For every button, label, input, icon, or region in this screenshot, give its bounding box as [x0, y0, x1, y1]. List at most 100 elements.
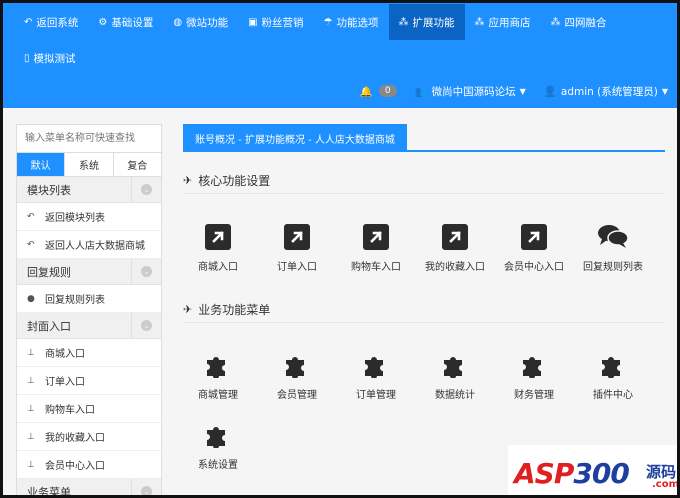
sidebar-tab-0[interactable]: 默认 — [17, 153, 66, 176]
chevron-down-icon: ⌄ — [141, 486, 152, 497]
forum-menu[interactable]: 👥 微尚中国源码论坛 ▼ — [415, 84, 526, 99]
sitemap-icon: ⊥ — [27, 375, 35, 386]
caret-down-icon: ▼ — [519, 86, 526, 96]
header-right: 🔔 0 👥 微尚中国源码论坛 ▼ 👤 admin (系统管理员) ▼ — [342, 78, 668, 104]
watermark-domain: .com — [652, 479, 680, 490]
sidebar-section-header[interactable]: 封面入口 ⌄ — [17, 312, 161, 339]
sidebar-section-header[interactable]: 业务菜单 ⌄ — [17, 478, 161, 497]
sidebar-tab-1[interactable]: 系统 — [65, 153, 114, 176]
tile-business-1[interactable]: 会员管理 — [257, 350, 337, 420]
menu-search-input[interactable] — [17, 125, 161, 153]
collapse-toggle[interactable]: ⌄ — [131, 258, 161, 285]
tile-icon-wrap — [257, 350, 337, 380]
main-nav: ↶ 返回系统 ⚙ 基础设置 ◍ 微站功能 ▣ 粉丝营销 ☂ 功能选项 ⁂ 扩展功能 ⁂ 应用商店 ⁂ 四网融合 — [14, 4, 617, 40]
tile-business-2[interactable]: 订单管理 — [336, 350, 416, 420]
tile-core-2[interactable]: 购物车入口 — [336, 222, 416, 292]
chevron-down-icon: ⌄ — [141, 266, 152, 277]
sidebar-item-label: 返回模块列表 — [45, 213, 105, 224]
tile-label: 回复规则列表 — [583, 262, 643, 273]
nav-item-label: 功能选项 — [336, 16, 379, 29]
external-link-icon — [205, 224, 231, 250]
sidebar-item[interactable]: ⊥ 购物车入口 — [17, 395, 161, 423]
puzzle-icon — [441, 350, 469, 381]
nav-item-label: 返回系统 — [36, 16, 79, 29]
nav-item-5[interactable]: ⁂ 扩展功能 — [388, 4, 465, 40]
tile-label: 财务管理 — [514, 390, 554, 401]
user-menu[interactable]: 👤 admin (系统管理员) ▼ — [544, 84, 668, 99]
tile-label: 插件中心 — [593, 390, 633, 401]
sidebar-tab-2[interactable]: 复合 — [114, 153, 161, 176]
mobile-icon: ▯ — [24, 52, 30, 64]
nav-item-label: 应用商店 — [488, 16, 531, 29]
nav-item-7[interactable]: ⁂ 四网融合 — [541, 4, 617, 40]
tile-icon-wrap — [573, 350, 653, 380]
sidebar-item[interactable]: ⊥ 商城入口 — [17, 339, 161, 367]
business-title-text: 业务功能菜单 — [198, 303, 271, 317]
nav-item-label: 粉丝营销 — [261, 16, 304, 29]
forum-label: 微尚中国源码论坛 — [431, 85, 516, 98]
tile-label: 会员中心入口 — [504, 262, 564, 273]
tile-icon-wrap — [178, 222, 258, 252]
collapse-toggle[interactable]: ⌄ — [131, 176, 161, 203]
user-icon: 👤 — [543, 85, 557, 98]
sidebar-item-label: 我的收藏入口 — [45, 433, 105, 444]
top-navbar: ↶ 返回系统 ⚙ 基础设置 ◍ 微站功能 ▣ 粉丝营销 ☂ 功能选项 ⁂ 扩展功能 ⁂ 应用商店 ⁂ 四网融合… — [0, 0, 680, 108]
sidebar-section-header[interactable]: 模块列表 ⌄ — [17, 176, 161, 203]
sitemap-icon: ⊥ — [27, 459, 35, 470]
external-link-icon — [284, 224, 310, 250]
notifications[interactable]: 🔔 0 — [360, 85, 397, 98]
tile-business-4[interactable]: 财务管理 — [494, 350, 574, 420]
tile-core-5[interactable]: 回复规则列表 — [573, 222, 653, 292]
nav-item-label: 四网融合 — [564, 16, 607, 29]
sitemap-icon: ⊥ — [27, 403, 35, 414]
puzzle-icon — [204, 350, 232, 381]
tile-core-4[interactable]: 会员中心入口 — [494, 222, 574, 292]
tile-business-6[interactable]: 系统设置 — [178, 420, 258, 490]
umbrella-icon: ☂ — [323, 16, 333, 28]
tile-core-3[interactable]: 我的收藏入口 — [415, 222, 495, 292]
tile-icon-wrap — [257, 222, 337, 252]
watermark-logo: ASP300 源码 .com — [508, 445, 680, 498]
sidebar-item[interactable]: ⊥ 会员中心入口 — [17, 451, 161, 479]
sidebar-sections: 模块列表 ⌄ ↶ 返回模块列表 ↶ 返回人人店大数据商城 回复规则 ⌄ ● 回复规则列表 封面入口 ⌄… — [17, 176, 161, 497]
sidebar-item-label: 订单入口 — [45, 377, 85, 388]
collapse-toggle[interactable]: ⌄ — [131, 312, 161, 339]
divider — [183, 193, 665, 194]
tile-business-3[interactable]: 数据统计 — [415, 350, 495, 420]
sitemap-icon: ⊥ — [27, 431, 35, 442]
sidebar-item[interactable]: ⊥ 订单入口 — [17, 367, 161, 395]
sidebar-item-label: 回复规则列表 — [45, 295, 105, 306]
reply-icon: ↶ — [27, 211, 35, 222]
nav-item-6[interactable]: ⁂ 应用商店 — [465, 4, 541, 40]
tile-icon-wrap — [178, 420, 258, 450]
sidebar-item[interactable]: ⊥ 我的收藏入口 — [17, 423, 161, 451]
tile-business-0[interactable]: 商城管理 — [178, 350, 258, 420]
collapse-toggle[interactable]: ⌄ — [131, 478, 161, 497]
tile-icon-wrap — [336, 350, 416, 380]
nav-item-1[interactable]: ⚙ 基础设置 — [88, 4, 163, 40]
sidebar-item[interactable]: ↶ 返回人人店大数据商城 — [17, 231, 161, 259]
sidebar-item-label: 会员中心入口 — [45, 461, 105, 472]
comments-icon — [597, 223, 629, 252]
sidebar-section-header[interactable]: 回复规则 ⌄ — [17, 258, 161, 285]
puzzle-icon — [599, 350, 627, 381]
sidebar-item[interactable]: ↶ 返回模块列表 — [17, 203, 161, 231]
chevron-down-icon: ⌄ — [141, 320, 152, 331]
tile-icon-wrap — [494, 350, 574, 380]
tile-business-5[interactable]: 插件中心 — [573, 350, 653, 420]
secondary-nav: ▯ 模拟测试 — [14, 40, 86, 74]
sidebar-item[interactable]: ● 回复规则列表 — [17, 285, 161, 313]
nav-item-4[interactable]: ☂ 功能选项 — [314, 4, 389, 40]
tile-icon-wrap — [415, 222, 495, 252]
sidebar-tabs: 默认 系统 复合 — [17, 153, 161, 177]
nav2-item-0[interactable]: ▯ 模拟测试 — [14, 40, 86, 76]
nav-item-3[interactable]: ▣ 粉丝营销 — [238, 4, 313, 40]
reply-icon: ↶ — [27, 239, 35, 250]
nav-item-0[interactable]: ↶ 返回系统 — [14, 4, 88, 40]
gear-icon: ⚙ — [98, 16, 108, 28]
tile-core-0[interactable]: 商城入口 — [178, 222, 258, 292]
sidebar-item-label: 商城入口 — [45, 349, 85, 360]
nav-item-label: 基础设置 — [111, 16, 154, 29]
nav-item-2[interactable]: ◍ 微站功能 — [163, 4, 238, 40]
tile-core-1[interactable]: 订单入口 — [257, 222, 337, 292]
